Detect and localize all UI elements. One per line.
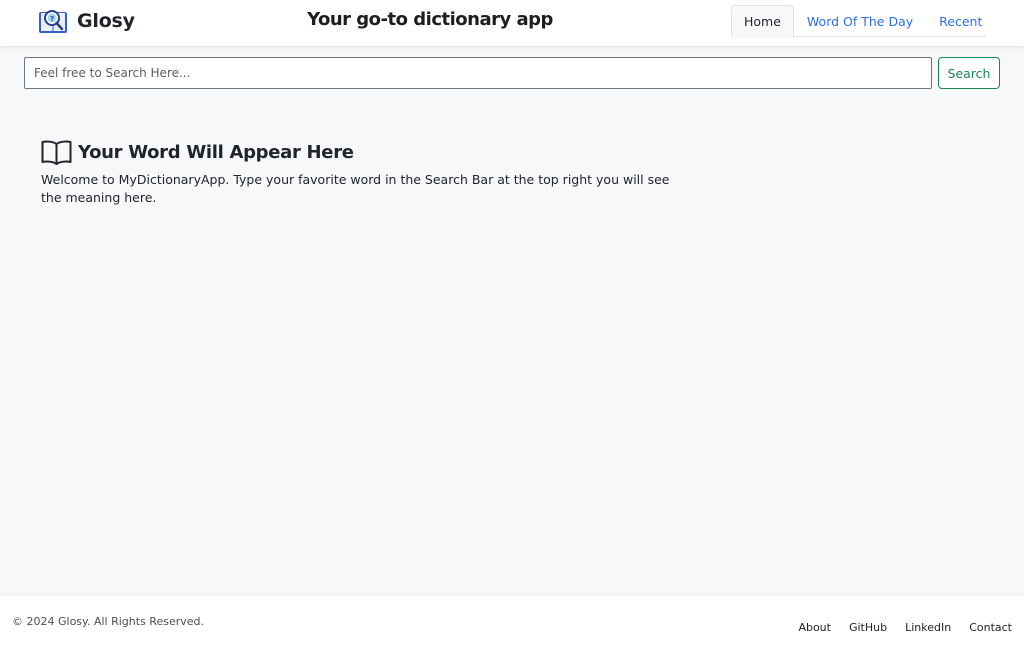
tab-recent[interactable]: Recent <box>926 5 995 37</box>
nav-tabs: Home Word Of The Day Recent <box>731 5 986 38</box>
result-description: Welcome to MyDictionaryApp. Type your fa… <box>41 172 670 205</box>
footer-link-contact[interactable]: Contact <box>969 621 1012 634</box>
app-tagline: Your go-to dictionary app <box>307 9 553 30</box>
svg-text:?: ? <box>50 15 54 23</box>
brand-name: Glosy <box>77 10 135 32</box>
footer-link-about[interactable]: About <box>798 621 831 634</box>
brand[interactable]: ? Glosy <box>38 7 135 35</box>
copyright-text: © 2024 Glosy. All Rights Reserved. <box>12 615 204 628</box>
tab-home[interactable]: Home <box>731 5 794 38</box>
tab-word-of-the-day[interactable]: Word Of The Day <box>794 5 926 37</box>
footer-links: About GitHub LinkedIn Contact <box>780 621 1012 634</box>
footer-link-linkedin[interactable]: LinkedIn <box>905 621 951 634</box>
dictionary-logo-icon: ? <box>39 10 67 33</box>
app-footer: © 2024 Glosy. All Rights Reserved. About… <box>0 596 1024 646</box>
search-button[interactable]: Search <box>938 57 1000 89</box>
search-input[interactable] <box>24 57 932 89</box>
footer-link-github[interactable]: GitHub <box>849 621 887 634</box>
app-header: ? Glosy Your go-to dictionary app Home W… <box>0 0 1024 46</box>
result-title: Your Word Will Appear Here <box>78 141 354 163</box>
result-heading: Your Word Will Appear Here <box>41 138 354 166</box>
open-book-icon <box>41 140 72 165</box>
